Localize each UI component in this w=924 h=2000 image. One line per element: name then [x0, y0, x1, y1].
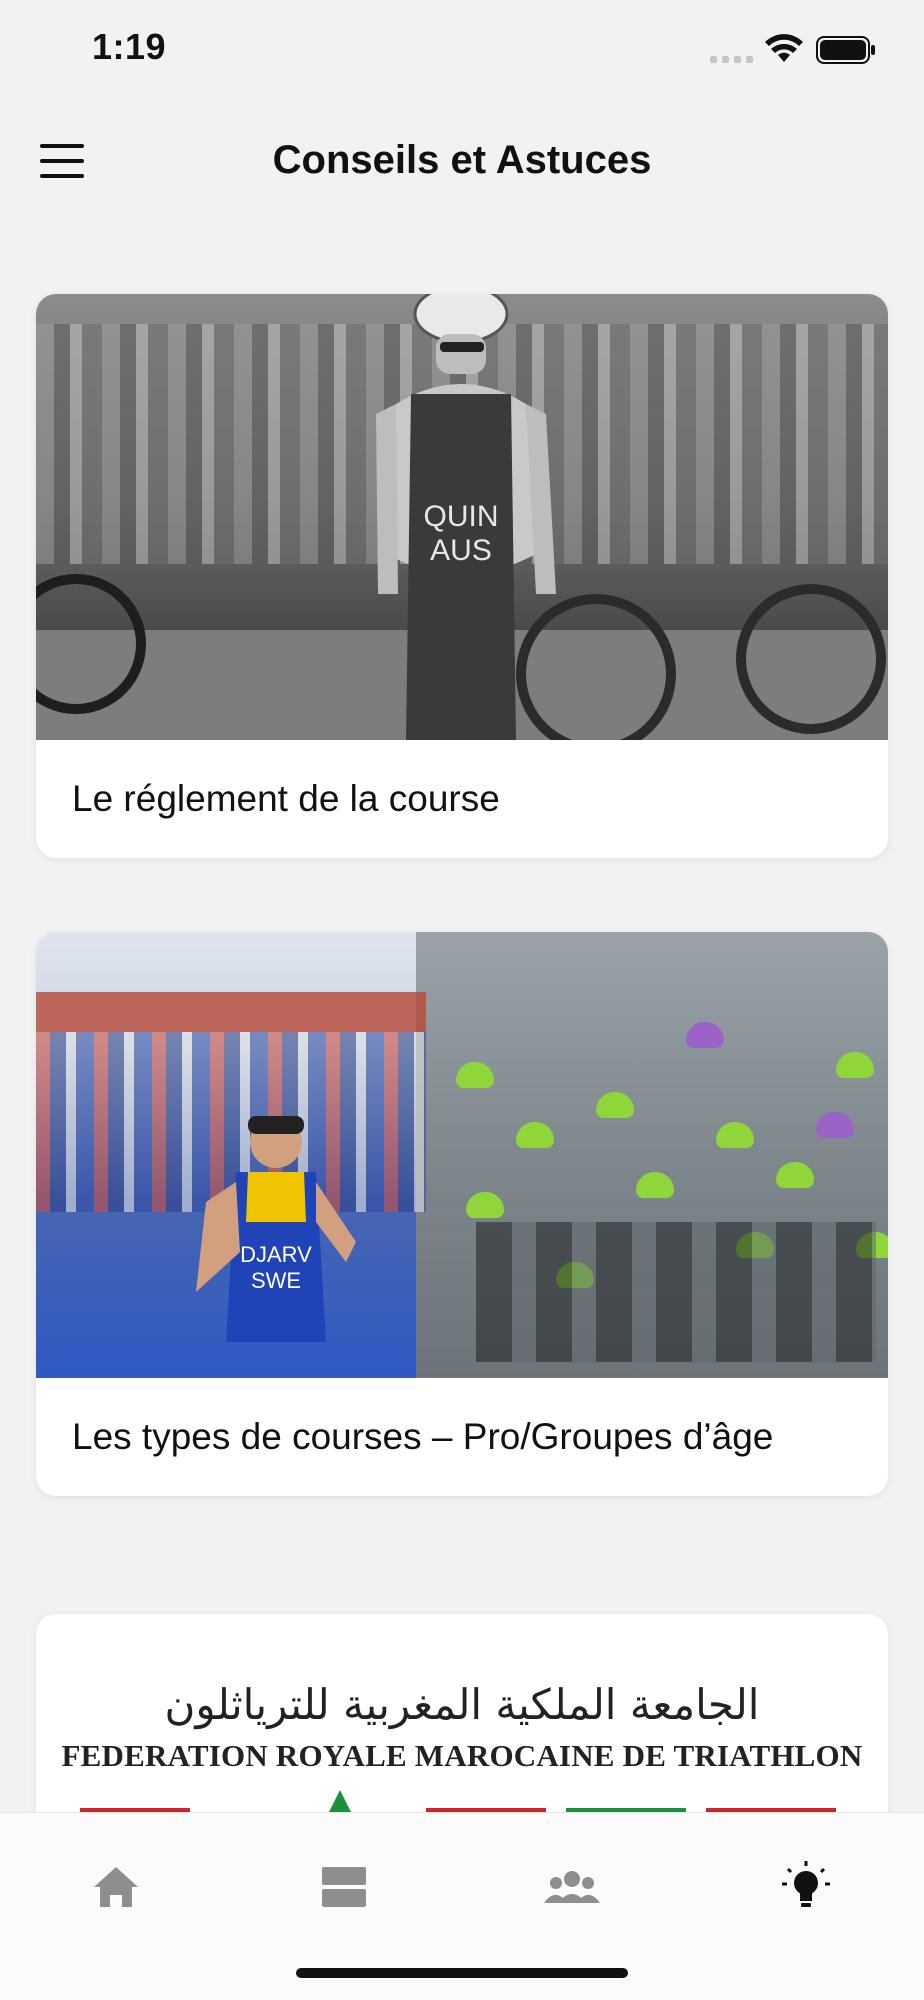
- athlete-figure: QUIN AUS: [376, 294, 556, 740]
- list-icon[interactable]: [314, 1857, 374, 1917]
- article-card-race-rules[interactable]: QUIN AUS Le réglement de la course: [36, 294, 888, 858]
- group-icon[interactable]: [542, 1857, 602, 1917]
- home-icon[interactable]: [86, 1857, 146, 1917]
- bib2-country: SWE: [251, 1268, 301, 1293]
- app-bar: Conseils et Astuces: [0, 100, 924, 220]
- battery-icon: [816, 36, 875, 64]
- bib-country: AUS: [430, 534, 492, 567]
- article-title[interactable]: Le réglement de la course: [36, 740, 888, 858]
- runner-figure: DJARV SWE: [196, 1116, 356, 1342]
- page-title: Conseils et Astuces: [272, 138, 652, 182]
- status-time: 1:19: [92, 26, 167, 67]
- article-card-race-types[interactable]: DJARV SWE Les types de courses – Pro/Gro…: [36, 932, 888, 1496]
- home-indicator[interactable]: [296, 1968, 628, 1978]
- article-image: DJARV SWE: [36, 932, 888, 1378]
- logo-arabic-text: الجامعة الملكية المغربية للترياثلون: [164, 1680, 760, 1729]
- status-bar: 1:19: [0, 0, 924, 100]
- wifi-icon: [765, 34, 803, 62]
- logo-french-text: FEDERATION ROYALE MAROCAINE DE TRIATHLON: [61, 1738, 863, 1773]
- article-image: QUIN AUS: [36, 294, 888, 740]
- bib-name: QUIN: [424, 500, 499, 533]
- lightbulb-icon[interactable]: [776, 1857, 836, 1917]
- cellular-signal-icon: [710, 56, 753, 63]
- federation-logo: الجامعة الملكية المغربية للترياثلون FEDE…: [36, 1614, 888, 1818]
- article-title[interactable]: Les types de courses – Pro/Groupes d’âge: [36, 1378, 888, 1496]
- bib2-name: DJARV: [240, 1242, 312, 1267]
